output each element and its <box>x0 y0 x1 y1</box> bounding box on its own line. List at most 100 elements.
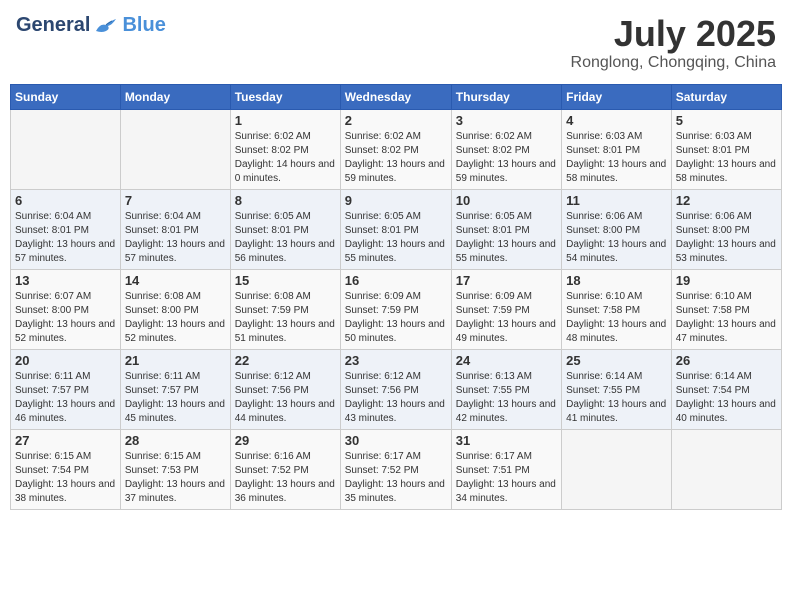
calendar-day-cell: 15Sunrise: 6:08 AMSunset: 7:59 PMDayligh… <box>230 269 340 349</box>
weekday-header-saturday: Saturday <box>671 84 781 109</box>
day-number: 11 <box>566 193 667 208</box>
day-info: Sunrise: 6:10 AMSunset: 7:58 PMDaylight:… <box>676 290 777 346</box>
day-info: Sunrise: 6:17 AMSunset: 7:52 PMDaylight:… <box>345 450 447 506</box>
calendar-day-cell: 9 Sunrise: 6:05 AMSunset: 8:01 PMDaylight… <box>340 189 451 269</box>
calendar-week-row: 6 Sunrise: 6:04 AMSunset: 8:01 PMDaylight… <box>11 189 782 269</box>
day-number: 9 <box>345 193 447 208</box>
calendar-week-row: 13Sunrise: 6:07 AMSunset: 8:00 PMDayligh… <box>11 269 782 349</box>
day-info: Sunrise: 6:03 AMSunset: 8:01 PMDaylight:… <box>676 130 777 186</box>
day-number: 30 <box>345 433 447 448</box>
day-number: 17 <box>456 273 557 288</box>
day-number: 13 <box>15 273 116 288</box>
month-title: July 2025 <box>571 14 776 54</box>
day-number: 6 <box>15 193 116 208</box>
day-info: Sunrise: 6:04 AMSunset: 8:01 PMDaylight:… <box>125 210 226 266</box>
day-info: Sunrise: 6:17 AMSunset: 7:51 PMDaylight:… <box>456 450 557 506</box>
calendar-day-cell: 16 Sunrise: 6:09 AMSunset: 7:59 PMDayligh… <box>340 269 451 349</box>
day-info: Sunrise: 6:15 AMSunset: 7:54 PMDaylight:… <box>15 450 116 506</box>
day-info: Sunrise: 6:02 AMSunset: 8:02 PMDaylight:… <box>456 130 557 186</box>
calendar-day-cell: 12 Sunrise: 6:06 AMSunset: 8:00 PMDayligh… <box>671 189 781 269</box>
day-info: Sunrise: 6:02 AMSunset: 8:02 PMDaylight:… <box>235 130 336 186</box>
calendar-day-cell: 7 Sunrise: 6:04 AMSunset: 8:01 PMDaylight… <box>120 189 230 269</box>
day-number: 23 <box>345 353 447 368</box>
day-number: 25 <box>566 353 667 368</box>
day-info: Sunrise: 6:15 AMSunset: 7:53 PMDaylight:… <box>125 450 226 506</box>
day-number: 10 <box>456 193 557 208</box>
calendar-day-cell <box>11 109 121 189</box>
day-number: 3 <box>456 113 557 128</box>
calendar-day-cell: 29Sunrise: 6:16 AMSunset: 7:52 PMDayligh… <box>230 429 340 509</box>
day-number: 7 <box>125 193 226 208</box>
day-number: 31 <box>456 433 557 448</box>
day-info: Sunrise: 6:09 AMSunset: 7:59 PMDaylight:… <box>456 290 557 346</box>
calendar-day-cell: 17 Sunrise: 6:09 AMSunset: 7:59 PMDayligh… <box>451 269 561 349</box>
day-info: Sunrise: 6:02 AMSunset: 8:02 PMDaylight:… <box>345 130 447 186</box>
day-number: 16 <box>345 273 447 288</box>
day-info: Sunrise: 6:11 AMSunset: 7:57 PMDaylight:… <box>125 370 226 426</box>
calendar-table: SundayMondayTuesdayWednesdayThursdayFrid… <box>10 84 782 510</box>
calendar-day-cell: 1Sunrise: 6:02 AMSunset: 8:02 PMDaylight… <box>230 109 340 189</box>
calendar-day-cell: 21 Sunrise: 6:11 AMSunset: 7:57 PMDayligh… <box>120 349 230 429</box>
calendar-day-cell: 4 Sunrise: 6:03 AMSunset: 8:01 PMDaylight… <box>562 109 672 189</box>
weekday-header-thursday: Thursday <box>451 84 561 109</box>
logo-blue: Blue <box>122 14 165 37</box>
day-info: Sunrise: 6:12 AMSunset: 7:56 PMDaylight:… <box>235 370 336 426</box>
day-number: 8 <box>235 193 336 208</box>
day-info: Sunrise: 6:06 AMSunset: 8:00 PMDaylight:… <box>676 210 777 266</box>
day-info: Sunrise: 6:14 AMSunset: 7:55 PMDaylight:… <box>566 370 667 426</box>
day-number: 27 <box>15 433 116 448</box>
day-number: 21 <box>125 353 226 368</box>
day-info: Sunrise: 6:03 AMSunset: 8:01 PMDaylight:… <box>566 130 667 186</box>
page-header: General Blue July 2025 Ronglong, Chongqi… <box>10 10 782 76</box>
calendar-day-cell: 22Sunrise: 6:12 AMSunset: 7:56 PMDayligh… <box>230 349 340 429</box>
day-number: 24 <box>456 353 557 368</box>
calendar-day-cell: 31 Sunrise: 6:17 AMSunset: 7:51 PMDayligh… <box>451 429 561 509</box>
day-info: Sunrise: 6:12 AMSunset: 7:56 PMDaylight:… <box>345 370 447 426</box>
day-info: Sunrise: 6:10 AMSunset: 7:58 PMDaylight:… <box>566 290 667 346</box>
day-number: 4 <box>566 113 667 128</box>
calendar-day-cell <box>562 429 672 509</box>
title-block: July 2025 Ronglong, Chongqing, China <box>571 14 776 72</box>
calendar-day-cell: 24 Sunrise: 6:13 AMSunset: 7:55 PMDayligh… <box>451 349 561 429</box>
day-info: Sunrise: 6:14 AMSunset: 7:54 PMDaylight:… <box>676 370 777 426</box>
weekday-header-row: SundayMondayTuesdayWednesdayThursdayFrid… <box>11 84 782 109</box>
calendar-day-cell: 26 Sunrise: 6:14 AMSunset: 7:54 PMDayligh… <box>671 349 781 429</box>
day-number: 12 <box>676 193 777 208</box>
calendar-day-cell: 23 Sunrise: 6:12 AMSunset: 7:56 PMDayligh… <box>340 349 451 429</box>
calendar-week-row: 20 Sunrise: 6:11 AMSunset: 7:57 PMDayligh… <box>11 349 782 429</box>
weekday-header-friday: Friday <box>562 84 672 109</box>
calendar-day-cell <box>120 109 230 189</box>
day-number: 14 <box>125 273 226 288</box>
calendar-week-row: 27 Sunrise: 6:15 AMSunset: 7:54 PMDayligh… <box>11 429 782 509</box>
day-number: 15 <box>235 273 336 288</box>
calendar-day-cell: 13Sunrise: 6:07 AMSunset: 8:00 PMDayligh… <box>11 269 121 349</box>
calendar-day-cell: 27 Sunrise: 6:15 AMSunset: 7:54 PMDayligh… <box>11 429 121 509</box>
day-number: 2 <box>345 113 447 128</box>
day-info: Sunrise: 6:05 AMSunset: 8:01 PMDaylight:… <box>345 210 447 266</box>
calendar-day-cell: 5 Sunrise: 6:03 AMSunset: 8:01 PMDaylight… <box>671 109 781 189</box>
day-info: Sunrise: 6:06 AMSunset: 8:00 PMDaylight:… <box>566 210 667 266</box>
calendar-day-cell: 10 Sunrise: 6:05 AMSunset: 8:01 PMDayligh… <box>451 189 561 269</box>
calendar-day-cell <box>671 429 781 509</box>
day-number: 19 <box>676 273 777 288</box>
day-info: Sunrise: 6:16 AMSunset: 7:52 PMDaylight:… <box>235 450 336 506</box>
calendar-day-cell: 11 Sunrise: 6:06 AMSunset: 8:00 PMDayligh… <box>562 189 672 269</box>
day-number: 5 <box>676 113 777 128</box>
day-info: Sunrise: 6:11 AMSunset: 7:57 PMDaylight:… <box>15 370 116 426</box>
calendar-day-cell: 19 Sunrise: 6:10 AMSunset: 7:58 PMDayligh… <box>671 269 781 349</box>
day-info: Sunrise: 6:09 AMSunset: 7:59 PMDaylight:… <box>345 290 447 346</box>
weekday-header-wednesday: Wednesday <box>340 84 451 109</box>
logo-general: General <box>16 14 90 37</box>
calendar-day-cell: 3 Sunrise: 6:02 AMSunset: 8:02 PMDaylight… <box>451 109 561 189</box>
day-info: Sunrise: 6:08 AMSunset: 8:00 PMDaylight:… <box>125 290 226 346</box>
calendar-day-cell: 30 Sunrise: 6:17 AMSunset: 7:52 PMDayligh… <box>340 429 451 509</box>
location: Ronglong, Chongqing, China <box>571 54 776 72</box>
calendar-day-cell: 20 Sunrise: 6:11 AMSunset: 7:57 PMDayligh… <box>11 349 121 429</box>
day-info: Sunrise: 6:13 AMSunset: 7:55 PMDaylight:… <box>456 370 557 426</box>
day-number: 20 <box>15 353 116 368</box>
day-number: 26 <box>676 353 777 368</box>
calendar-day-cell: 25 Sunrise: 6:14 AMSunset: 7:55 PMDayligh… <box>562 349 672 429</box>
day-number: 18 <box>566 273 667 288</box>
day-info: Sunrise: 6:05 AMSunset: 8:01 PMDaylight:… <box>456 210 557 266</box>
calendar-day-cell: 2 Sunrise: 6:02 AMSunset: 8:02 PMDaylight… <box>340 109 451 189</box>
